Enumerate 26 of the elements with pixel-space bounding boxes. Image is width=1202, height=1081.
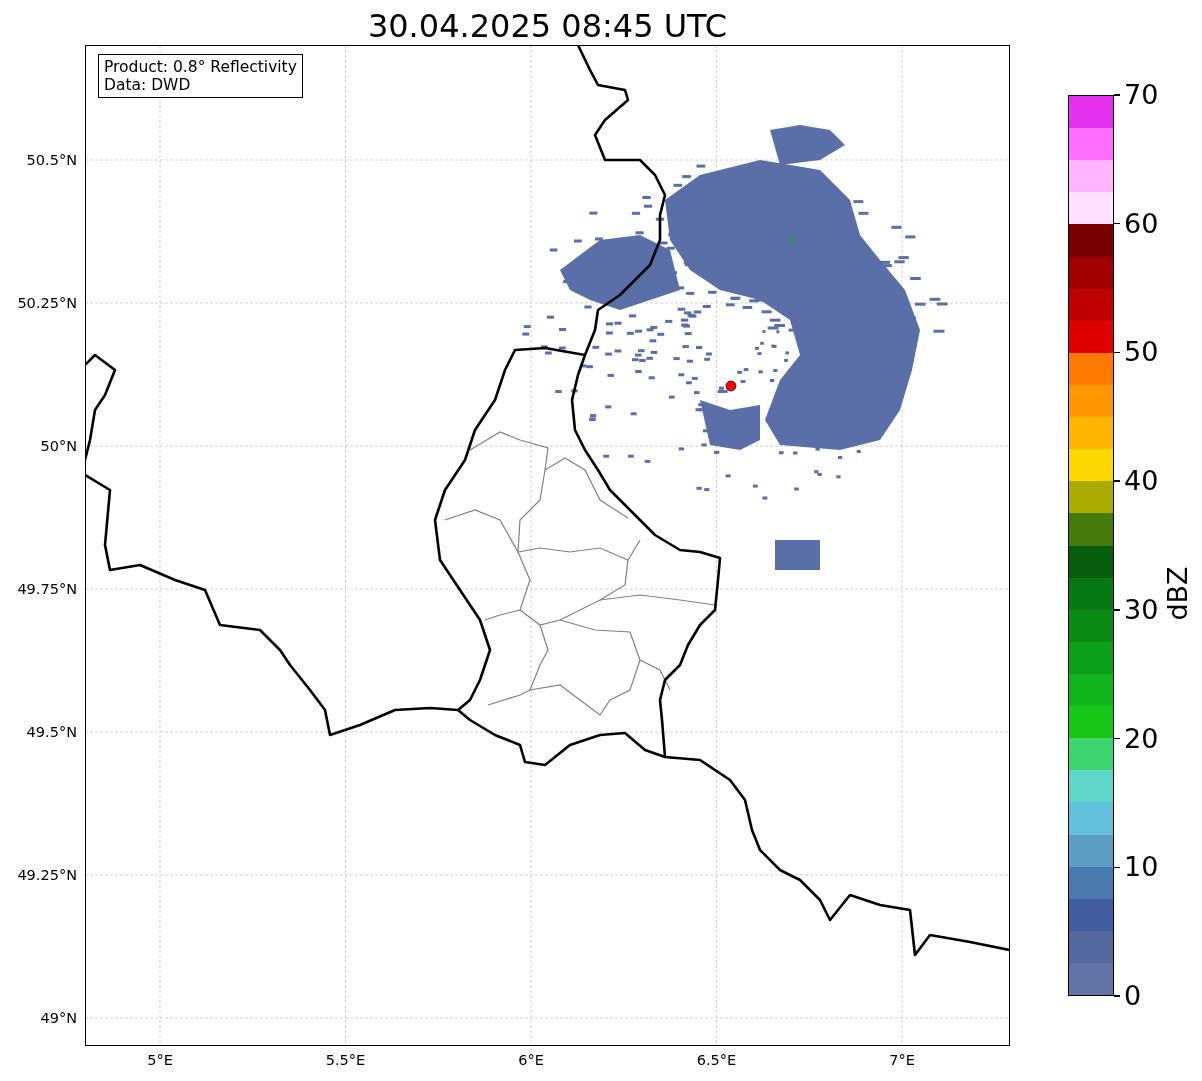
longitude-label: 6.5°E: [696, 1052, 737, 1068]
colorbar-tick-label: 60: [1124, 208, 1159, 239]
longitude-label: 5.5°E: [325, 1052, 366, 1068]
colorbar-tick-label: 40: [1124, 466, 1159, 497]
legend-text: Product: 0.8° Reflectivity: [104, 58, 297, 76]
longitude-label: 5°E: [147, 1052, 173, 1068]
colorbar-tick-label: 10: [1124, 852, 1159, 883]
colorbar-tick-label: 0: [1124, 981, 1142, 1011]
echo-dot-icon: [789, 238, 793, 242]
longitude-label: 6°E: [518, 1052, 544, 1068]
latitude-label: 49.25°N: [17, 866, 77, 884]
chart-title: 30.04.2025 08:45 UTC: [367, 5, 728, 46]
latitude-label: 50.5°N: [26, 151, 77, 169]
colorbar-tick-label: 50: [1124, 337, 1159, 368]
colorbar-tick-label: 70: [1124, 80, 1159, 110]
latitude-label: 49.75°N: [17, 580, 77, 598]
radar-site-icon: [725, 380, 737, 392]
latitude-label: 50°N: [40, 437, 77, 455]
legend-text: Data: DWD: [104, 76, 192, 94]
colorbar-tick-label: 20: [1124, 723, 1159, 754]
colorbar-tick-label: 30: [1124, 594, 1159, 625]
longitude-label: 7°E: [889, 1052, 915, 1068]
latitude-label: 50.25°N: [17, 294, 77, 312]
latitude-label: 49°N: [40, 1009, 77, 1027]
colorbar-label: dBZ: [1161, 566, 1193, 621]
latitude-label: 49.5°N: [26, 723, 77, 741]
